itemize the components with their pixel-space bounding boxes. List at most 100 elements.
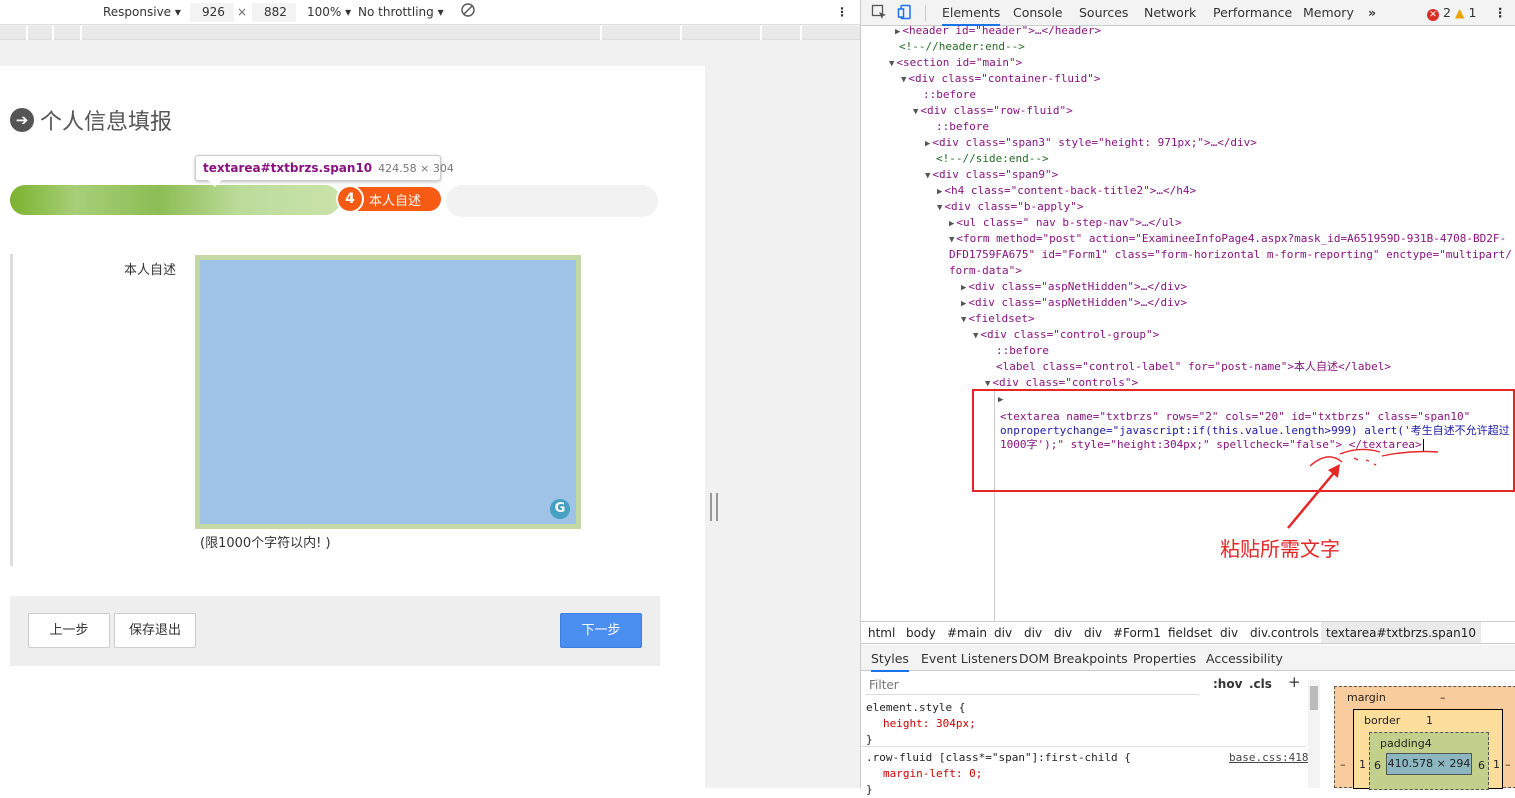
step-blurred-pending: [446, 185, 658, 217]
dom-node[interactable]: ▶ <header id="header">…</header>: [895, 26, 1101, 40]
more-tabs-icon[interactable]: »: [1368, 5, 1376, 20]
style-selector[interactable]: element.style {: [866, 700, 965, 716]
style-declaration[interactable]: margin-left: 0;: [883, 766, 982, 782]
dom-node-wrap[interactable]: form-data">: [949, 263, 1022, 279]
inspect-element-icon[interactable]: [871, 4, 887, 23]
expanded-triangle-icon: ▼: [913, 107, 919, 117]
tab-elements[interactable]: Elements: [942, 5, 1001, 26]
subtab-event-listeners[interactable]: Event Listeners: [921, 651, 1018, 666]
next-button[interactable]: 下一步: [560, 613, 642, 648]
zoom-select[interactable]: 100% ▾: [307, 5, 351, 19]
device-toolbar-icon[interactable]: [897, 4, 913, 23]
dom-node[interactable]: ▼ <div class="b-apply">: [937, 199, 1084, 216]
dom-node-text: <div class="b-apply">: [944, 200, 1084, 213]
dom-node-text: <div class="control-group">: [980, 328, 1160, 341]
width-input[interactable]: 926: [190, 3, 234, 22]
dom-node[interactable]: ▶ <div class="span3" style="height: 971px…: [925, 135, 1257, 152]
bm-padding-left: 6: [1374, 759, 1381, 772]
device-select[interactable]: Responsive ▾: [103, 5, 181, 19]
dom-node[interactable]: ▼ <div class="row-fluid">: [913, 103, 1073, 120]
grammarly-icon[interactable]: G: [550, 499, 570, 519]
cls-toggle[interactable]: .cls: [1249, 677, 1272, 691]
more-options-icon[interactable]: ⋮: [836, 5, 848, 19]
crumb-textarea[interactable]: textarea#txtbrzs.span10: [1321, 622, 1482, 643]
dom-node[interactable]: ▼ <fieldset>: [961, 311, 1035, 328]
tab-sources[interactable]: Sources: [1079, 5, 1128, 20]
bm-margin-right: –: [1505, 758, 1511, 771]
collapsed-triangle-icon: ▶: [961, 299, 967, 309]
crumb-div[interactable]: div: [1084, 626, 1102, 640]
tab-network[interactable]: Network: [1144, 5, 1196, 20]
dom-node[interactable]: <label class="control-label" for="post-n…: [996, 359, 1391, 375]
subtab-accessibility[interactable]: Accessibility: [1206, 651, 1283, 666]
step-blurred-completed: [10, 185, 340, 215]
style-selector[interactable]: .row-fluid [class*="span"]:first-child {: [866, 750, 1131, 766]
crumb-div[interactable]: div: [1054, 626, 1072, 640]
dom-node[interactable]: ▶ <div class="aspNetHidden">…</div>: [961, 295, 1187, 312]
expanded-triangle-icon: ▼: [925, 171, 931, 181]
field-label: 本人自述: [124, 263, 177, 278]
bm-margin-top: –: [1440, 691, 1446, 704]
dom-node[interactable]: ▶ <ul class=" nav b-step-nav">…</ul>: [949, 215, 1182, 232]
dom-node[interactable]: ▼ <div class="container-fluid">: [901, 71, 1100, 88]
dom-comment[interactable]: <!--//header:end-->: [899, 39, 1025, 55]
crumb-body[interactable]: body: [906, 626, 936, 640]
tab-separator: [925, 5, 926, 21]
dom-node-text: <ul class=" nav b-step-nav">…</ul>: [956, 216, 1182, 229]
height-input[interactable]: 882: [252, 3, 296, 22]
self-description-textarea[interactable]: G: [195, 255, 581, 529]
device-label: Responsive: [103, 5, 172, 19]
media-query-ruler[interactable]: [0, 26, 860, 40]
page-title: ➔ 个人信息填报: [10, 104, 172, 136]
tab-performance[interactable]: Performance: [1213, 5, 1292, 20]
crumb-div[interactable]: div: [994, 626, 1012, 640]
save-exit-button[interactable]: 保存退出: [114, 613, 196, 648]
rotate-icon[interactable]: [461, 3, 475, 20]
error-count[interactable]: ✕ 2 ▲ 1: [1427, 5, 1476, 21]
subtab-styles[interactable]: Styles: [871, 651, 909, 672]
resize-handle[interactable]: [710, 493, 718, 521]
dom-node[interactable]: ▼ <form method="post" action="ExamineeInf…: [949, 231, 1506, 248]
subtab-properties[interactable]: Properties: [1133, 651, 1196, 666]
styles-scrollbar[interactable]: [1308, 680, 1320, 788]
pseudo-before[interactable]: ::before: [936, 119, 989, 135]
crumb-fieldset[interactable]: fieldset: [1168, 626, 1212, 640]
dom-node-text: <div class="aspNetHidden">…</div>: [968, 280, 1187, 293]
dom-node[interactable]: ▶ <h4 class="content-back-title2">…</h4>: [937, 183, 1196, 200]
step-nav: 4 本人自述: [10, 183, 660, 219]
step-current[interactable]: 4 本人自述: [336, 185, 441, 213]
subtab-dom-breakpoints[interactable]: DOM Breakpoints: [1019, 651, 1128, 666]
expanded-triangle-icon: ▼: [949, 235, 955, 245]
tab-console[interactable]: Console: [1013, 5, 1063, 20]
dom-node-text: <div class="span9">: [932, 168, 1059, 181]
dom-node[interactable]: ▶ <div class="aspNetHidden">…</div>: [961, 279, 1187, 296]
tooltip-dimensions: 424.58 × 304: [378, 162, 454, 175]
dom-node[interactable]: ▼ <section id="main">: [889, 55, 1022, 72]
pseudo-before[interactable]: ::before: [996, 343, 1049, 359]
style-source-link[interactable]: base.css:418: [1229, 750, 1308, 766]
crumb-form[interactable]: #Form1: [1113, 626, 1161, 640]
crumb-html[interactable]: html: [868, 626, 895, 640]
throttle-select[interactable]: No throttling ▾: [358, 5, 444, 19]
tab-memory[interactable]: Memory: [1303, 5, 1354, 20]
crumb-controls[interactable]: div.controls: [1250, 626, 1319, 640]
prev-button[interactable]: 上一步: [28, 613, 110, 648]
box-model: margin – – – border 1 1 1 padding4 6 6 4…: [1334, 686, 1515, 790]
tooltip-arrow: [208, 180, 222, 187]
crumb-main[interactable]: #main: [947, 626, 987, 640]
styles-filter-input[interactable]: [866, 675, 1199, 695]
dom-node-wrap[interactable]: DFD1759FA675" id="Form1" class="form-hor…: [949, 247, 1512, 263]
devtools-menu-icon[interactable]: ⋮: [1494, 5, 1507, 20]
hov-toggle[interactable]: :hov: [1213, 677, 1242, 691]
dom-node[interactable]: ▼ <div class="control-group">: [973, 327, 1159, 344]
dom-node[interactable]: ▼ <div class="span9">: [925, 167, 1058, 184]
new-rule-button[interactable]: +: [1288, 673, 1301, 691]
form-actions: 上一步 保存退出 下一步: [10, 596, 660, 666]
warning-icon: ▲: [1454, 5, 1465, 20]
pseudo-before[interactable]: ::before: [923, 87, 976, 103]
crumb-div[interactable]: div: [1220, 626, 1238, 640]
scrollbar-thumb[interactable]: [1310, 686, 1318, 710]
crumb-div[interactable]: div: [1024, 626, 1042, 640]
dom-comment[interactable]: <!--//side:end-->: [936, 151, 1049, 167]
style-declaration[interactable]: height: 304px;: [883, 716, 976, 732]
